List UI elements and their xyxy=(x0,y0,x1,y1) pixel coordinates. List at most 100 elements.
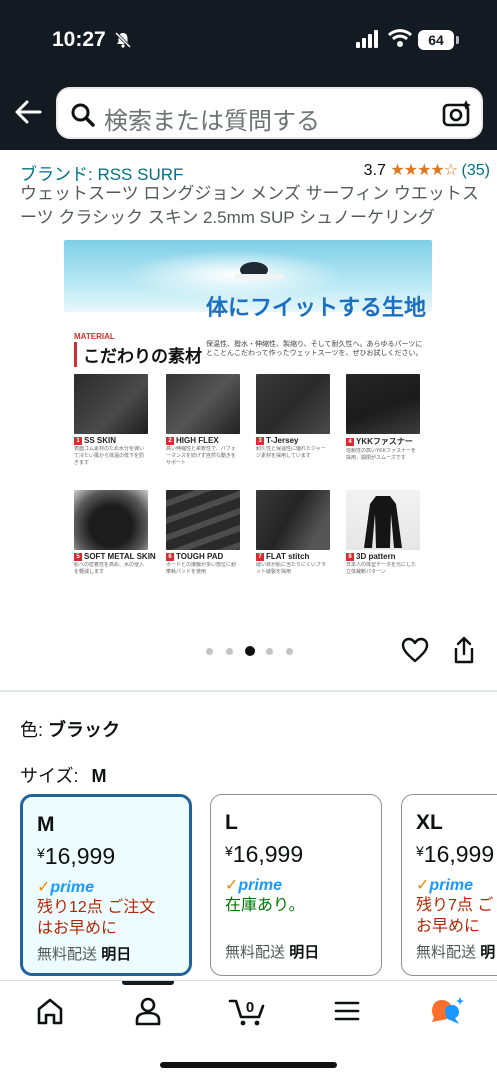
wifi-icon xyxy=(388,29,412,47)
material-photo xyxy=(346,490,420,550)
material-tile: 7 FLAT stitch 縫い目が肌に当たりにくいフラット縫製を採用 xyxy=(256,490,330,582)
fit-headline: 体にフイットする生地 xyxy=(206,295,427,320)
material-label: 8 3D pattern xyxy=(346,552,420,561)
prime-check-icon: ✓ xyxy=(225,877,239,894)
size-name: L xyxy=(225,811,238,834)
shipping-info: 無料配送 明日 xyxy=(225,944,320,961)
size-name: M xyxy=(37,813,55,836)
back-arrow-icon[interactable] xyxy=(14,98,42,126)
size-options: M ¥16,999 ✓prime 残り12点 ご注文 はお早めに 無料配送 明日 … xyxy=(0,794,497,976)
material-label: 5 SOFT METAL SKIN xyxy=(74,552,156,561)
material-tile: 3 T-Jersey 耐久性と保温性に優れたジャージ素材を採用しています xyxy=(256,374,330,466)
status-time: 10:27 xyxy=(52,28,106,51)
battery-indicator: 64 xyxy=(418,30,454,50)
material-photo xyxy=(166,374,240,434)
prime-check-icon: ✓ xyxy=(37,879,51,896)
size-card-xl[interactable]: XL ¥16,999 ✓prime 残り7点 ごお早めに 無料配送 明 xyxy=(401,794,497,976)
material-text: 耐久性と保温性に優れたジャージ素材を採用しています xyxy=(256,446,326,459)
size-card-m[interactable]: M ¥16,999 ✓prime 残り12点 ご注文 はお早めに 無料配送 明日 xyxy=(20,794,192,976)
camera-search-icon[interactable] xyxy=(442,100,472,128)
material-tile: 8 3D pattern 日本人の体型データを元にした立体裁断パターン xyxy=(346,490,420,582)
carousel-dot[interactable] xyxy=(245,646,255,656)
shipping-info: 無料配送 明 xyxy=(416,944,496,961)
carousel-dot[interactable] xyxy=(206,648,213,655)
material-text: ボードとの接触が多い部位に耐摩耗パッドを使用 xyxy=(166,562,236,575)
shipping-info: 無料配送 明日 xyxy=(37,946,132,963)
carousel-dot[interactable] xyxy=(286,648,293,655)
prime-check-icon: ✓ xyxy=(416,877,430,894)
search-input[interactable]: 検索または質問する xyxy=(104,101,320,136)
size-selection: サイズ: M xyxy=(20,762,106,788)
product-title: ウェットスーツ ロングジョン メンズ サーフィン ウエットスーツ クラシック ス… xyxy=(20,184,479,227)
stock-status: 在庫あり。 xyxy=(225,897,305,914)
rufus-assistant-icon[interactable] xyxy=(426,995,466,1027)
app-header: 10:27 64 検索または質問する xyxy=(0,0,497,150)
material-label: 1 SS SKIN xyxy=(74,436,148,445)
size-price: ¥16,999 xyxy=(37,843,116,869)
home-icon[interactable] xyxy=(30,995,70,1027)
account-icon[interactable] xyxy=(128,995,168,1027)
rating-stars-icon: ★★★★☆ xyxy=(390,162,458,179)
prime-badge: ✓prime xyxy=(37,879,94,896)
material-photo xyxy=(256,374,330,434)
product-image[interactable]: 体にフイットする生地 MATERIAL こだわりの素材 保温性、撥水・伸縮性、製… xyxy=(0,232,497,612)
material-tag: MATERIAL xyxy=(74,332,115,341)
size-label: サイズ: xyxy=(20,766,79,786)
menu-icon[interactable] xyxy=(327,995,367,1027)
share-icon[interactable] xyxy=(452,636,476,664)
battery-tip xyxy=(456,36,459,44)
size-value: M xyxy=(91,766,107,786)
silent-bell-icon xyxy=(114,31,132,49)
search-bar[interactable]: 検索または質問する xyxy=(56,87,483,139)
heart-icon[interactable] xyxy=(401,637,429,663)
material-description: 保温性、撥水・伸縮性、製縮り、そして耐久性へ。あらゆるパーツにとことんこだわって… xyxy=(206,341,423,357)
material-text: 信頼性の高いYKKファスナーを採用、開閉がスムーズです xyxy=(346,448,417,461)
prime-badge: ✓prime xyxy=(416,877,473,894)
size-card-l[interactable]: L ¥16,999 ✓prime 在庫あり。 無料配送 明日 xyxy=(210,794,382,976)
color-value: ブラック xyxy=(48,720,121,740)
stock-status: 残り12点 ご注文 はお早めに xyxy=(37,899,156,937)
material-text: 肌への密着性を高め、水の侵入を軽減します xyxy=(74,562,145,575)
material-photo xyxy=(74,490,148,550)
carousel-dot[interactable] xyxy=(266,648,273,655)
carousel-dot[interactable] xyxy=(226,648,233,655)
section-divider xyxy=(0,690,497,692)
search-icon xyxy=(71,103,95,127)
material-tile: 1 SS SKIN 表面ゴム素材のため水分を弾いて冷たい風から体温の低下を防ぎます xyxy=(74,374,148,466)
material-tile: 4 YKKファスナー 信頼性の高いYKKファスナーを採用、開閉がスムーズです xyxy=(346,374,420,468)
material-text: 縫い目が肌に当たりにくいフラット縫製を採用 xyxy=(256,562,326,575)
signal-icon xyxy=(356,30,378,48)
rating-count[interactable]: (35) xyxy=(462,162,490,179)
cart-count: 0 xyxy=(246,999,254,1016)
material-tile: 6 TOUGH PAD ボードとの接触が多い部位に耐摩耗パッドを使用 xyxy=(166,490,240,582)
size-price: ¥16,999 xyxy=(225,841,304,867)
material-label: 2 HIGH FLEX xyxy=(166,436,240,445)
material-tile: 2 HIGH FLEX 高い伸縮性と柔軟性で、パフォーマンスを妨げず自然な動きをサポ… xyxy=(166,374,240,466)
material-photo xyxy=(166,490,240,550)
rating-value: 3.7 xyxy=(363,162,386,179)
material-photo xyxy=(346,374,420,434)
material-text: 日本人の体型データを元にした立体裁断パターン xyxy=(346,562,417,575)
material-label: 6 TOUGH PAD xyxy=(166,552,240,561)
material-label: 7 FLAT stitch xyxy=(256,552,330,561)
cart-icon[interactable]: 0 xyxy=(228,995,268,1027)
prime-badge: ✓prime xyxy=(225,877,282,894)
material-text: 表面ゴム素材のため水分を弾いて冷たい風から体温の低下を防ぎます xyxy=(74,446,145,466)
active-tab-indicator xyxy=(122,981,174,985)
size-price: ¥16,999 xyxy=(416,841,495,867)
color-label: 色: xyxy=(20,720,44,740)
rating-summary[interactable]: 3.7 ★★★★☆ (35) xyxy=(364,160,490,180)
size-name: XL xyxy=(416,811,443,834)
material-photo xyxy=(256,490,330,550)
material-photo xyxy=(74,374,148,434)
material-label: 3 T-Jersey xyxy=(256,436,330,445)
color-selection: 色: ブラック xyxy=(20,716,120,742)
status-bar: 10:27 64 xyxy=(0,0,497,80)
material-tile: 5 SOFT METAL SKIN 肌への密着性を高め、水の侵入を軽減します xyxy=(74,490,156,582)
material-title: こだわりの素材 xyxy=(74,342,202,367)
material-text: 高い伸縮性と柔軟性で、パフォーマンスを妨げず自然な動きをサポート xyxy=(166,446,236,466)
home-indicator xyxy=(160,1062,337,1068)
stock-status: 残り7点 ごお早めに xyxy=(416,897,494,935)
brand-rating-line: ブランド: RSS SURF 3.7 ★★★★☆ (35) xyxy=(20,160,490,184)
material-label: 4 YKKファスナー xyxy=(346,436,420,447)
